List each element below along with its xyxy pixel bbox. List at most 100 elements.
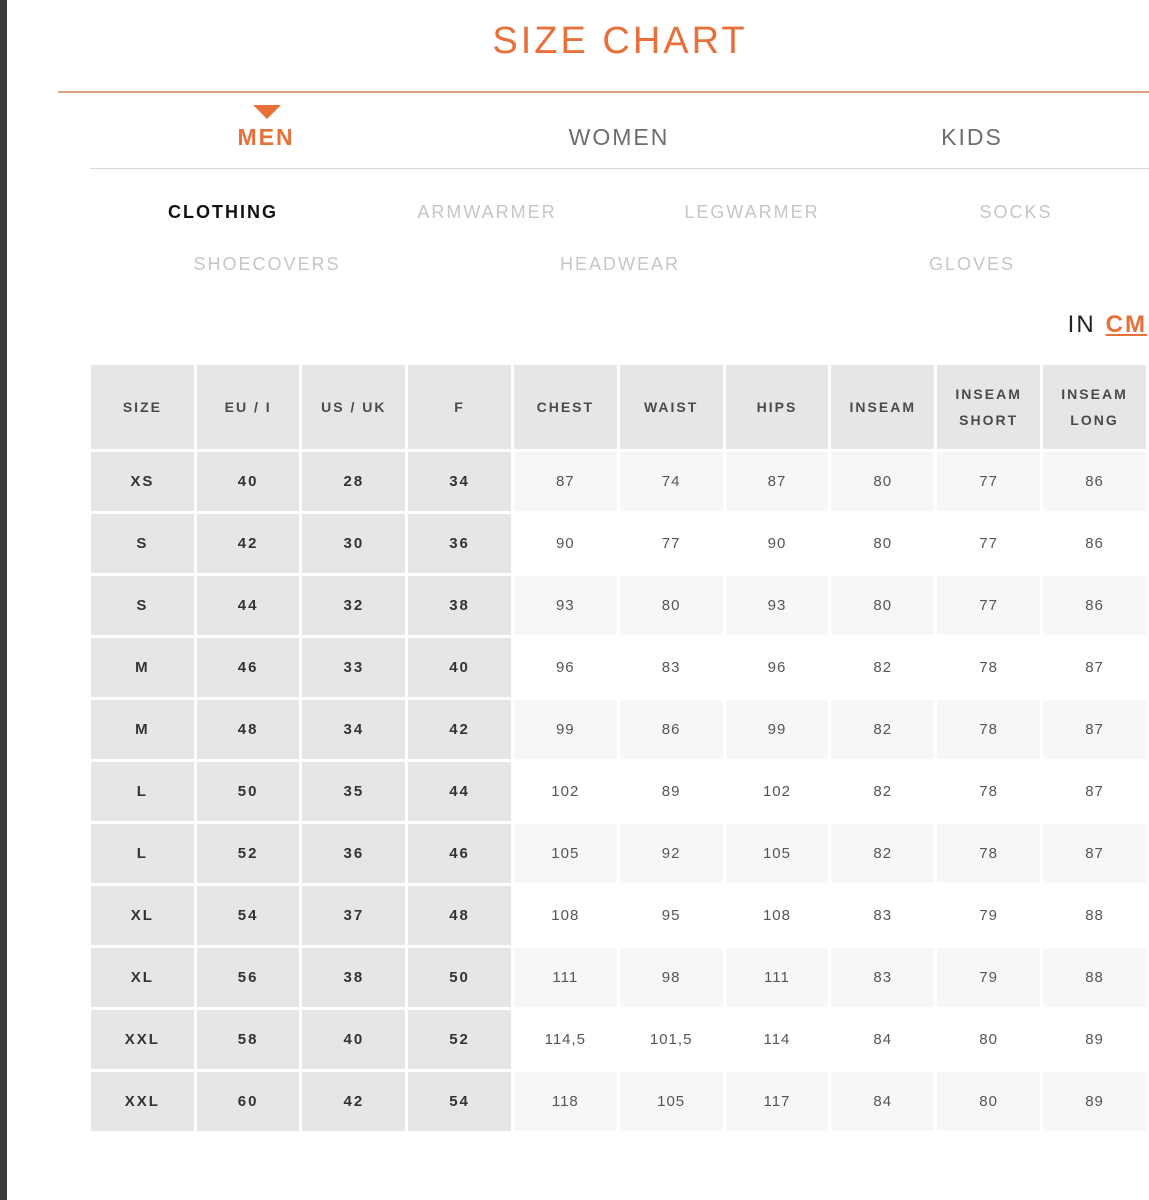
table-row: S 42 30 36 90 77 90 80 77 86 xyxy=(91,514,1146,573)
measurement-cell: 80 xyxy=(831,576,935,635)
tab-kids[interactable]: KIDS xyxy=(941,124,1003,151)
measurement-cell: 77 xyxy=(937,514,1041,573)
measurement-cell: 77 xyxy=(937,452,1041,511)
measurement-cell: 79 xyxy=(937,886,1041,945)
size-cell: 54 xyxy=(196,886,300,945)
measurement-cell: 86 xyxy=(1043,576,1146,635)
size-cell: 54 xyxy=(408,1072,511,1131)
measurement-cell: 87 xyxy=(1043,700,1146,759)
column-header: US / UK xyxy=(302,365,406,449)
size-cell: 52 xyxy=(196,824,300,883)
measurement-cell: 83 xyxy=(619,638,723,697)
measurement-cell: 84 xyxy=(831,1072,935,1131)
size-cell: S xyxy=(91,576,194,635)
window-edge xyxy=(0,0,7,1200)
measurement-cell: 99 xyxy=(513,700,617,759)
size-cell: 35 xyxy=(302,762,406,821)
measurement-cell: 86 xyxy=(1043,452,1146,511)
category-legwarmer[interactable]: LEGWARMER xyxy=(684,202,819,223)
measurement-cell: 102 xyxy=(725,762,829,821)
header-line: INSEAM xyxy=(1061,386,1128,402)
gender-tabs: MEN WOMEN KIDS xyxy=(90,104,1149,169)
measurement-cell: 78 xyxy=(937,824,1041,883)
measurement-cell: 108 xyxy=(513,886,617,945)
category-clothing[interactable]: CLOTHING xyxy=(168,202,278,223)
size-cell: 30 xyxy=(302,514,406,573)
measurement-cell: 90 xyxy=(513,514,617,573)
table-row: M 46 33 40 96 83 96 82 78 87 xyxy=(91,638,1146,697)
size-cell: M xyxy=(91,638,194,697)
measurement-cell: 111 xyxy=(725,948,829,1007)
size-cell: S xyxy=(91,514,194,573)
column-header: CHEST xyxy=(513,365,617,449)
measurement-cell: 87 xyxy=(1043,762,1146,821)
measurement-cell: 105 xyxy=(619,1072,723,1131)
size-cell: 50 xyxy=(196,762,300,821)
measurement-cell: 101,5 xyxy=(619,1010,723,1069)
measurement-cell: 78 xyxy=(937,762,1041,821)
size-cell: 42 xyxy=(196,514,300,573)
measurement-cell: 96 xyxy=(513,638,617,697)
column-header: HIPS xyxy=(725,365,829,449)
size-cell: 37 xyxy=(302,886,406,945)
size-cell: 42 xyxy=(408,700,511,759)
size-cell: 48 xyxy=(408,886,511,945)
measurement-cell: 82 xyxy=(831,762,935,821)
category-socks[interactable]: SOCKS xyxy=(979,202,1052,223)
column-header: INSEAM xyxy=(831,365,935,449)
size-cell: XL xyxy=(91,886,194,945)
size-cell: L xyxy=(91,762,194,821)
tab-men[interactable]: MEN xyxy=(237,124,294,151)
size-cell: XL xyxy=(91,948,194,1007)
unit-cm-button[interactable]: CM xyxy=(1106,311,1147,338)
size-cell: 56 xyxy=(196,948,300,1007)
measurement-cell: 114 xyxy=(725,1010,829,1069)
measurement-cell: 86 xyxy=(1043,514,1146,573)
measurement-cell: 118 xyxy=(513,1072,617,1131)
measurement-cell: 84 xyxy=(831,1010,935,1069)
measurement-cell: 80 xyxy=(619,576,723,635)
table-row: XS 40 28 34 87 74 87 80 77 86 xyxy=(91,452,1146,511)
table-row: L 50 35 44 102 89 102 82 78 87 xyxy=(91,762,1146,821)
category-armwarmer[interactable]: ARMWARMER xyxy=(417,202,556,223)
measurement-cell: 80 xyxy=(831,514,935,573)
category-shoecovers[interactable]: SHOECOVERS xyxy=(193,254,340,275)
measurement-cell: 86 xyxy=(619,700,723,759)
size-cell: XXL xyxy=(91,1072,194,1131)
column-header: EU / I xyxy=(196,365,300,449)
size-cell: 28 xyxy=(302,452,406,511)
measurement-cell: 87 xyxy=(513,452,617,511)
unit-in-button[interactable]: IN xyxy=(1068,311,1096,338)
measurement-cell: 88 xyxy=(1043,886,1146,945)
size-cell: 34 xyxy=(408,452,511,511)
size-cell: 38 xyxy=(302,948,406,1007)
size-cell: 52 xyxy=(408,1010,511,1069)
size-cell: 44 xyxy=(196,576,300,635)
measurement-cell: 87 xyxy=(1043,638,1146,697)
measurement-cell: 88 xyxy=(1043,948,1146,1007)
size-cell: 40 xyxy=(302,1010,406,1069)
size-cell: 34 xyxy=(302,700,406,759)
measurement-cell: 92 xyxy=(619,824,723,883)
measurement-cell: 83 xyxy=(831,948,935,1007)
header-line: SHORT xyxy=(959,412,1019,428)
tab-women[interactable]: WOMEN xyxy=(569,124,670,151)
measurement-cell: 102 xyxy=(513,762,617,821)
measurement-cell: 82 xyxy=(831,638,935,697)
table-row: L 52 36 46 105 92 105 82 78 87 xyxy=(91,824,1146,883)
measurement-cell: 83 xyxy=(831,886,935,945)
category-headwear[interactable]: HEADWEAR xyxy=(560,254,680,275)
page-title: SIZE CHART xyxy=(492,20,748,62)
column-header: INSEAM SHORT xyxy=(937,365,1041,449)
size-cell: 40 xyxy=(408,638,511,697)
measurement-cell: 99 xyxy=(725,700,829,759)
size-cell: 36 xyxy=(302,824,406,883)
size-cell: XXL xyxy=(91,1010,194,1069)
category-gloves[interactable]: GLOVES xyxy=(929,254,1015,275)
table-row: XL 56 38 50 111 98 111 83 79 88 xyxy=(91,948,1146,1007)
header-line: INSEAM xyxy=(955,386,1022,402)
table-row: XL 54 37 48 108 95 108 83 79 88 xyxy=(91,886,1146,945)
measurement-cell: 80 xyxy=(937,1010,1041,1069)
size-cell: 58 xyxy=(196,1010,300,1069)
measurement-cell: 82 xyxy=(831,824,935,883)
